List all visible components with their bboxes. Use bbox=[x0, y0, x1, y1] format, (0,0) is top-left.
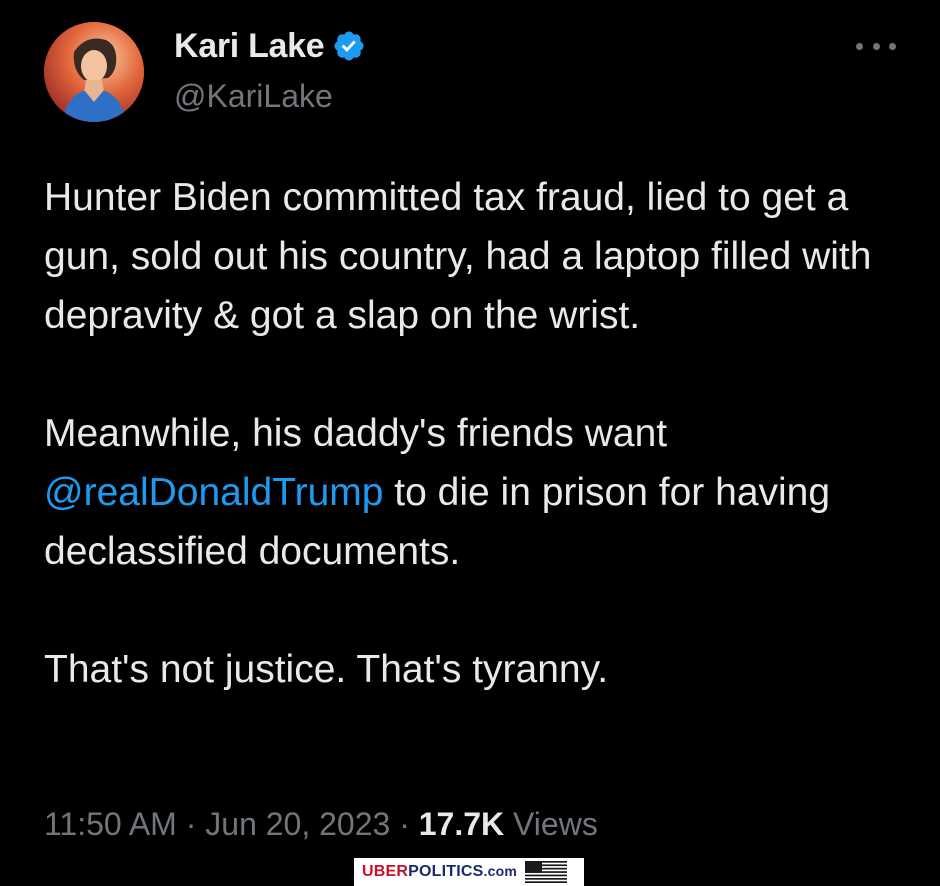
watermark-uber: UBER bbox=[362, 863, 409, 880]
more-dot bbox=[872, 42, 880, 50]
display-name-row[interactable]: Kari Lake bbox=[174, 26, 366, 66]
more-dot bbox=[889, 42, 896, 50]
tweet-paragraph-2: Meanwhile, his daddy's friends want @rea… bbox=[44, 404, 904, 581]
tweet-paragraph-3: That's not justice. That's tyranny. bbox=[44, 648, 609, 691]
verified-badge-icon bbox=[334, 31, 364, 61]
views-label: Views bbox=[513, 806, 598, 842]
watermark: UBERPOLITICS.com bbox=[354, 858, 584, 886]
us-flag-icon bbox=[525, 861, 568, 883]
watermark-politics: POLITICS bbox=[408, 863, 484, 880]
tweet-paragraph-1: Hunter Biden committed tax fraud, lied t… bbox=[44, 176, 872, 337]
watermark-com: .com bbox=[483, 863, 518, 879]
more-dot bbox=[856, 42, 863, 50]
more-options-icon[interactable] bbox=[856, 36, 896, 56]
tweet-time[interactable]: 11:50 AM bbox=[44, 806, 177, 842]
tweet: Kari Lake @KariLake Hunter Biden committ… bbox=[0, 0, 940, 886]
tweet-text: Hunter Biden committed tax fraud, lied t… bbox=[44, 168, 904, 699]
avatar[interactable] bbox=[44, 22, 144, 122]
watermark-text: UBERPOLITICS.com bbox=[362, 863, 517, 881]
meta-separator: · bbox=[185, 806, 197, 842]
mention-link[interactable]: @realDonaldTrump bbox=[44, 471, 383, 514]
avatar-image bbox=[44, 22, 144, 122]
display-name[interactable]: Kari Lake bbox=[174, 27, 325, 66]
views-count[interactable]: 17.7K bbox=[419, 806, 504, 842]
tweet-paragraph-2-start: Meanwhile, his daddy's friends want bbox=[44, 412, 668, 455]
handle[interactable]: @KariLake bbox=[174, 78, 333, 115]
meta-separator: · bbox=[399, 806, 410, 842]
tweet-metadata: 11:50 AM · Jun 20, 2023 · 17.7K Views bbox=[44, 806, 598, 843]
tweet-date[interactable]: Jun 20, 2023 bbox=[205, 806, 390, 842]
